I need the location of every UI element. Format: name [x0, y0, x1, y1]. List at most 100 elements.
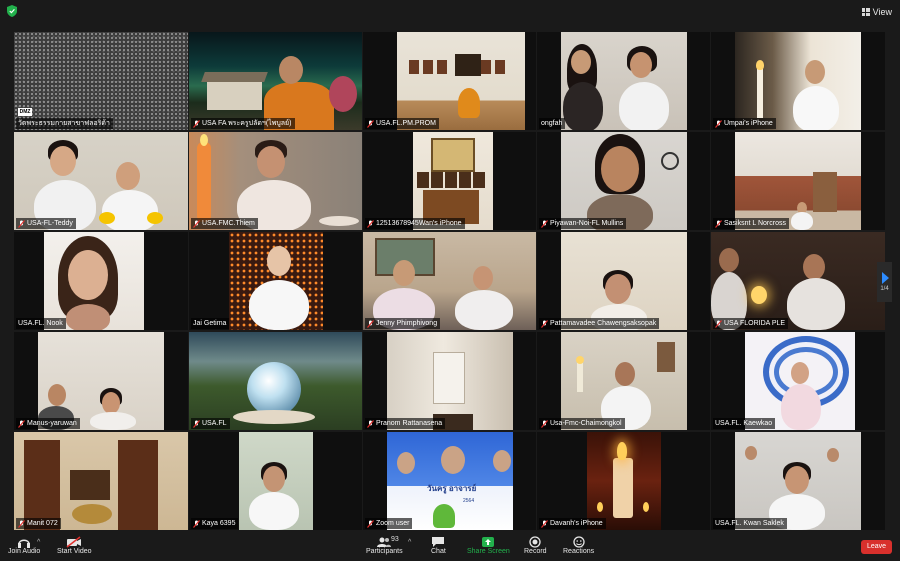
participant-name-label: Manus-yaruwan — [16, 418, 80, 429]
muted-mic-icon — [193, 419, 200, 428]
poster-banner-text: วันครู อาจารย์ — [427, 484, 477, 493]
muted-mic-icon — [715, 119, 722, 128]
participant-name-label: USA.FMC.Thiem — [191, 218, 258, 229]
participant-name-label: Kaya 6395 — [191, 518, 239, 529]
share-screen-button[interactable]: Share Screen — [467, 536, 510, 555]
participant-tile[interactable]: Umpai's iPhone — [711, 32, 885, 130]
muted-mic-icon — [193, 519, 200, 528]
participant-tile[interactable]: USA.FL. Nook — [14, 232, 188, 330]
muted-mic-icon — [541, 219, 548, 228]
headphones-icon — [18, 539, 31, 548]
participant-name-label: USA.FL. Kaewkao — [713, 418, 776, 429]
participant-name-label: Manit 072 — [16, 518, 61, 529]
record-label: Record — [524, 548, 547, 555]
reactions-label: Reactions — [563, 548, 595, 555]
muted-mic-icon — [18, 219, 25, 228]
leave-button[interactable]: Leave — [861, 540, 892, 554]
next-page-button[interactable]: 1/4 — [877, 262, 892, 302]
muted-mic-icon — [541, 319, 548, 328]
participants-icon — [377, 537, 392, 547]
gallery-grid: DMZ วัดพระธรรมกายสาขาฟลอริด้า USA FA พระ… — [10, 28, 886, 532]
muted-mic-icon — [715, 319, 722, 328]
participant-tile[interactable]: Pranom Rattanasena — [363, 332, 536, 430]
participant-name-label: Pranom Rattanasena — [365, 418, 446, 429]
participant-name-label: Sasiksnt L Norcross — [713, 218, 789, 229]
muted-mic-icon — [367, 419, 374, 428]
monk-figure — [458, 88, 480, 118]
share-screen-label: Share Screen — [467, 548, 510, 555]
participant-tile[interactable]: Jenny Phimphivong — [363, 232, 536, 330]
participant-tile[interactable]: Davanh's iPhone — [537, 432, 710, 530]
reactions-button[interactable]: Reactions — [563, 536, 594, 555]
crystal-ball — [247, 362, 301, 416]
muted-mic-icon — [367, 119, 374, 128]
participant-tile[interactable]: Manit 072 — [14, 432, 188, 530]
view-button[interactable]: View — [861, 5, 892, 19]
encryption-shield-icon[interactable] — [7, 5, 17, 17]
top-bar: View — [0, 0, 900, 24]
participant-name-label: Zoom user — [365, 518, 413, 529]
join-audio-button[interactable]: Join Audio — [8, 536, 40, 555]
muted-mic-icon — [193, 119, 200, 128]
muted-mic-icon — [18, 419, 25, 428]
participant-name-label: USA.FL. Kwan Saklek — [713, 518, 787, 529]
chat-label: Chat — [431, 548, 446, 555]
participant-tile[interactable]: USA-FL-Teddy — [14, 132, 188, 230]
participant-tile[interactable]: Manus-yaruwan — [14, 332, 188, 430]
muted-mic-icon — [367, 319, 374, 328]
participant-tile[interactable]: Pattamavadee Chawengsaksopak — [537, 232, 710, 330]
chat-icon — [432, 537, 445, 547]
participant-name-label: Pattamavadee Chawengsaksopak — [539, 318, 660, 329]
participant-tile[interactable]: USA.FL — [189, 332, 362, 430]
participants-options-caret[interactable]: ^ — [408, 539, 411, 546]
participant-name-label: USA FA พระครูปลัดฯ(ไพบูลย์) — [191, 118, 295, 129]
video-feed-crowd — [14, 32, 188, 130]
chevron-right-icon — [881, 272, 889, 284]
participant-name-label: Jenny Phimphivong — [365, 318, 441, 329]
participant-name-label: 12513678945Wan's iPhone — [365, 218, 465, 229]
participant-name-label: USA FLORIDA PLE — [713, 318, 789, 329]
participant-tile[interactable]: USA.FMC.Thiem — [189, 132, 362, 230]
muted-mic-icon — [367, 219, 374, 228]
record-icon — [529, 536, 541, 548]
reactions-smiley-icon — [572, 536, 585, 548]
chat-button[interactable]: Chat — [431, 536, 446, 555]
participant-name-label: วัดพระธรรมกายสาขาฟลอริด้า — [16, 118, 113, 129]
participant-name-label: USA.FL.PM.PROM — [365, 118, 439, 129]
muted-mic-icon — [541, 519, 548, 528]
start-video-label: Start Video — [57, 548, 92, 555]
participant-tile[interactable]: USA FA พระครูปลัดฯ(ไพบูลย์) — [189, 32, 362, 130]
participants-label: Participants — [366, 548, 403, 555]
participant-tile[interactable]: Piyawan-Noi-FL Mullins — [537, 132, 710, 230]
participant-tile[interactable]: Sasiksnt L Norcross — [711, 132, 885, 230]
participant-tile[interactable]: DMZ วัดพระธรรมกายสาขาฟลอริด้า — [14, 32, 188, 130]
participant-tile[interactable]: Kaya 6395 — [189, 432, 362, 530]
start-video-button[interactable]: Start Video — [57, 536, 92, 555]
participant-tile[interactable]: 12513678945Wan's iPhone — [363, 132, 536, 230]
participant-tile[interactable]: USA FLORIDA PLE — [711, 232, 885, 330]
view-label: View — [872, 7, 892, 17]
grid-view-icon — [861, 8, 870, 16]
muted-mic-icon — [541, 419, 548, 428]
participant-name-label: USA.FL — [191, 418, 230, 429]
page-indicator: 1/4 — [880, 286, 889, 292]
participant-tile[interactable]: Jai Getima — [189, 232, 362, 330]
participant-tile[interactable]: ongfah — [537, 32, 710, 130]
participants-count: 93 — [391, 536, 399, 543]
participant-tile[interactable]: วันครู อาจารย์ 2564 Zoom user — [363, 432, 536, 530]
participant-tile[interactable]: Usa-Fmc-Chaimongkol — [537, 332, 710, 430]
muted-mic-icon — [367, 519, 374, 528]
record-button[interactable]: Record — [524, 536, 547, 555]
participant-name-label: Usa-Fmc-Chaimongkol — [539, 418, 625, 429]
join-audio-label: Join Audio — [8, 548, 41, 555]
participant-name-label: USA-FL-Teddy — [16, 218, 76, 229]
participant-tile[interactable]: USA.FL. Kwan Saklek — [711, 432, 885, 530]
video-watermark: DMZ — [18, 108, 32, 116]
participant-tile[interactable]: USA.FL. Kaewkao — [711, 332, 885, 430]
audio-options-caret[interactable]: ^ — [37, 539, 40, 546]
video-off-icon — [66, 536, 82, 548]
poster-year: 2564 — [463, 498, 475, 504]
share-screen-icon — [482, 537, 495, 547]
participant-tile[interactable]: USA.FL.PM.PROM — [363, 32, 536, 130]
participant-name-label: ongfah — [539, 118, 566, 129]
